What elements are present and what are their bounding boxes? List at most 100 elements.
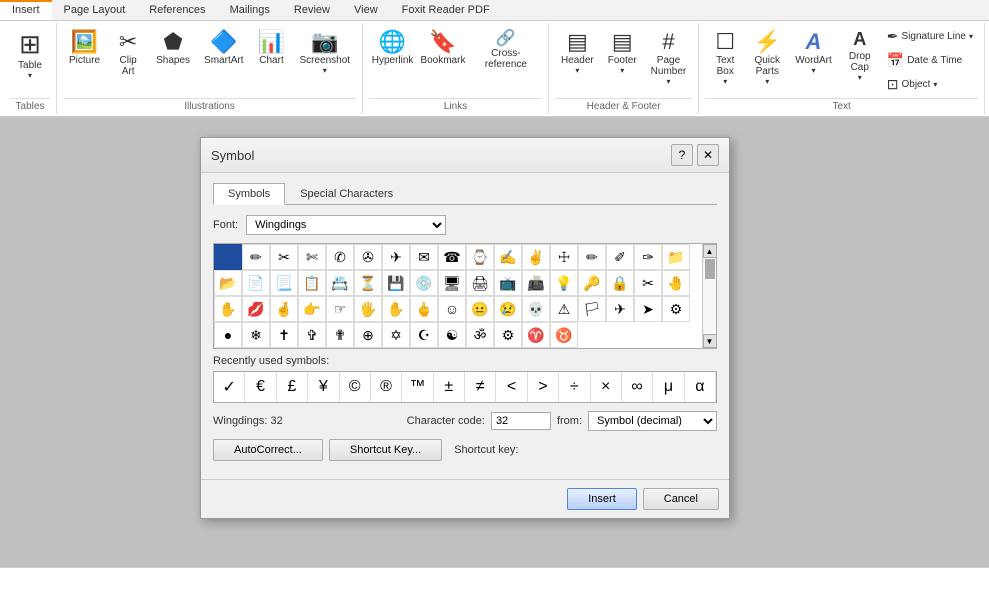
- symbol-cell[interactable]: ✌: [522, 244, 550, 270]
- close-button[interactable]: ✕: [697, 144, 719, 166]
- symbol-cell[interactable]: ●: [214, 322, 242, 348]
- symbol-cell[interactable]: ☎: [438, 244, 466, 270]
- symbol-cell[interactable]: ✈: [606, 296, 634, 322]
- symbol-cell[interactable]: ♉: [550, 322, 578, 348]
- bookmark-button[interactable]: 🔖 Bookmark: [418, 25, 468, 70]
- symbol-cell[interactable]: 🖨: [466, 270, 494, 296]
- symbol-cell[interactable]: ☺: [438, 296, 466, 322]
- symbol-cell[interactable]: 😐: [466, 296, 494, 322]
- symbol-cell[interactable]: 🖐: [354, 296, 382, 322]
- scroll-up-button[interactable]: ▲: [703, 244, 717, 258]
- recent-cell[interactable]: μ: [653, 372, 684, 402]
- symbol-cell[interactable]: 📁: [662, 244, 690, 270]
- character-code-input[interactable]: [491, 412, 551, 430]
- insert-button[interactable]: Insert: [567, 488, 637, 510]
- tab-review[interactable]: Review: [282, 0, 342, 20]
- symbol-cell[interactable]: ☯: [438, 322, 466, 348]
- symbol-cell[interactable]: 🖕: [410, 296, 438, 322]
- font-select[interactable]: Wingdings Symbol Webdings Arial: [246, 215, 446, 235]
- symbol-cell[interactable]: ✑: [634, 244, 662, 270]
- shortcut-key-button[interactable]: Shortcut Key...: [329, 439, 442, 461]
- screenshot-button[interactable]: 📷 Screenshot ▾: [294, 25, 357, 79]
- signature-line-button[interactable]: ✒ Signature Line ▾: [882, 25, 978, 48]
- symbol-cell[interactable]: 🤚: [662, 270, 690, 296]
- recent-cell[interactable]: ÷: [559, 372, 590, 402]
- symbol-cell[interactable]: 📋: [298, 270, 326, 296]
- symbol-cell[interactable]: ➤: [634, 296, 662, 322]
- clip-art-button[interactable]: ✂ ClipArt: [108, 25, 148, 81]
- recent-cell[interactable]: ±: [434, 372, 465, 402]
- tab-view[interactable]: View: [342, 0, 390, 20]
- symbol-cell[interactable]: ✏: [578, 244, 606, 270]
- shapes-button[interactable]: ⬟ Shapes: [150, 25, 196, 70]
- symbol-cell[interactable]: [214, 244, 242, 270]
- date-time-button[interactable]: 📅 Date & Time: [882, 49, 978, 72]
- symbol-cell[interactable]: ⏳: [354, 270, 382, 296]
- symbol-cell[interactable]: ✇: [354, 244, 382, 270]
- symbol-cell[interactable]: 👉: [298, 296, 326, 322]
- symbol-cell[interactable]: ✏: [242, 244, 270, 270]
- autocorrect-button[interactable]: AutoCorrect...: [213, 439, 323, 461]
- text-box-button[interactable]: ☐ TextBox ▾: [705, 25, 745, 90]
- symbol-cell[interactable]: 📄: [242, 270, 270, 296]
- header-button[interactable]: ▤ Header ▾: [555, 25, 600, 79]
- recent-cell[interactable]: ¥: [308, 372, 339, 402]
- symbol-cell[interactable]: ✆: [326, 244, 354, 270]
- symbol-cell[interactable]: 💿: [410, 270, 438, 296]
- hyperlink-button[interactable]: 🌐 Hyperlink: [369, 25, 416, 70]
- recent-cell[interactable]: >: [528, 372, 559, 402]
- symbol-cell[interactable]: 😢: [494, 296, 522, 322]
- tab-mailings[interactable]: Mailings: [218, 0, 282, 20]
- tab-special-characters[interactable]: Special Characters: [285, 183, 408, 204]
- symbol-cell[interactable]: 🏳: [578, 296, 606, 322]
- symbol-cell[interactable]: ☞: [326, 296, 354, 322]
- symbol-cell[interactable]: 🔑: [578, 270, 606, 296]
- symbol-cell[interactable]: ✄: [298, 244, 326, 270]
- symbol-cell[interactable]: 📃: [270, 270, 298, 296]
- symbol-cell[interactable]: ✡: [382, 322, 410, 348]
- symbol-cell[interactable]: 🖥: [438, 270, 466, 296]
- recent-cell[interactable]: α: [685, 372, 716, 402]
- table-button[interactable]: ⊞ Table ▾: [10, 25, 50, 84]
- symbol-cell[interactable]: ॐ: [466, 322, 494, 348]
- tab-references[interactable]: References: [137, 0, 217, 20]
- symbol-cell[interactable]: ⚙: [494, 322, 522, 348]
- recent-cell[interactable]: ✓: [214, 372, 245, 402]
- symbol-cell[interactable]: 💀: [522, 296, 550, 322]
- object-button[interactable]: ⊡ Object ▾: [882, 73, 978, 96]
- symbol-cell[interactable]: ✂: [270, 244, 298, 270]
- symbol-cell[interactable]: 📠: [522, 270, 550, 296]
- symbol-cell[interactable]: ✐: [606, 244, 634, 270]
- symbol-cell[interactable]: 💡: [550, 270, 578, 296]
- picture-button[interactable]: 🖼️ Picture: [63, 25, 106, 70]
- recent-cell[interactable]: ®: [371, 372, 402, 402]
- symbol-cell[interactable]: 🔒: [606, 270, 634, 296]
- recent-cell[interactable]: £: [277, 372, 308, 402]
- scroll-down-button[interactable]: ▼: [703, 334, 717, 348]
- drop-cap-button[interactable]: A DropCap ▾: [840, 25, 880, 86]
- cancel-button[interactable]: Cancel: [643, 488, 719, 510]
- symbol-cell[interactable]: 💾: [382, 270, 410, 296]
- recent-cell[interactable]: ×: [591, 372, 622, 402]
- tab-foxit[interactable]: Foxit Reader PDF: [390, 0, 502, 20]
- help-button[interactable]: ?: [671, 144, 693, 166]
- symbol-cell[interactable]: 📇: [326, 270, 354, 296]
- recent-cell[interactable]: ∞: [622, 372, 653, 402]
- tab-insert[interactable]: Insert: [0, 0, 52, 20]
- symbol-cell[interactable]: ⚙: [662, 296, 690, 322]
- page-number-button[interactable]: # PageNumber ▾: [645, 25, 693, 90]
- symbol-cell[interactable]: ✍: [494, 244, 522, 270]
- tab-page-layout[interactable]: Page Layout: [52, 0, 138, 20]
- symbol-cell[interactable]: ⌚: [466, 244, 494, 270]
- symbol-cell[interactable]: 🤞: [270, 296, 298, 322]
- symbol-cell[interactable]: 💋: [242, 296, 270, 322]
- symbol-cell[interactable]: ❄: [242, 322, 270, 348]
- symbol-cell[interactable]: ✞: [298, 322, 326, 348]
- symbol-cell[interactable]: ☩: [550, 244, 578, 270]
- symbol-cell[interactable]: 📺: [494, 270, 522, 296]
- symbol-cell[interactable]: ✋: [214, 296, 242, 322]
- quick-parts-button[interactable]: ⚡ QuickParts ▾: [747, 25, 787, 90]
- symbol-cell[interactable]: ✟: [326, 322, 354, 348]
- symbol-cell[interactable]: ♈: [522, 322, 550, 348]
- from-select[interactable]: Symbol (decimal) Unicode (hex) ASCII (de…: [588, 411, 717, 431]
